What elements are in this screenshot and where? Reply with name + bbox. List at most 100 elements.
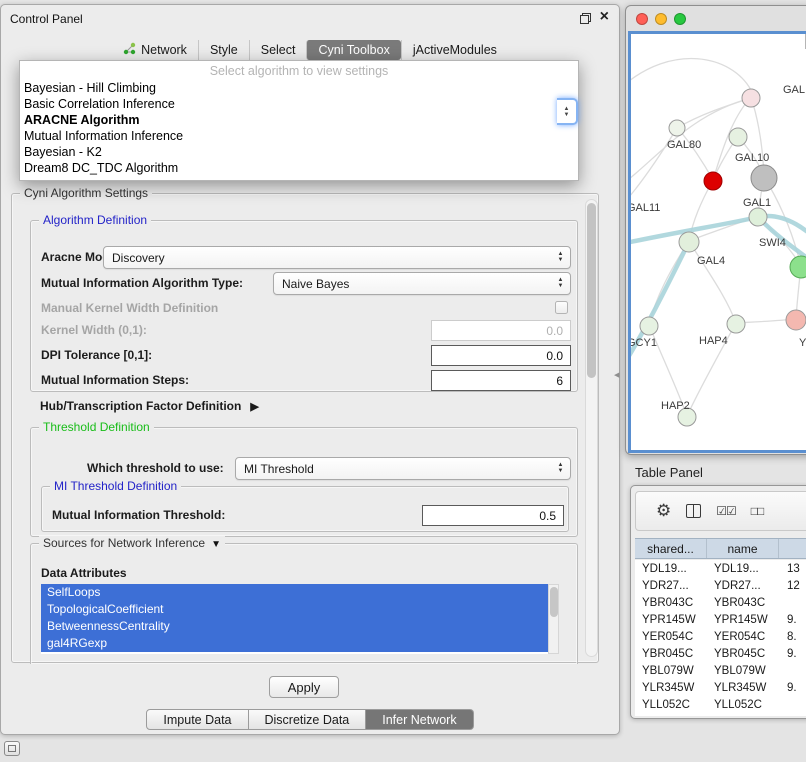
- table-row[interactable]: YER054CYER054C8.: [635, 628, 806, 645]
- control-panel-window: Control Panel × Network Style Select Cyn…: [0, 4, 620, 735]
- scrollbar-thumb[interactable]: [550, 587, 558, 617]
- screen: Control Panel × Network Style Select Cyn…: [0, 0, 806, 762]
- group-title: Cyni Algorithm Settings: [20, 186, 152, 200]
- close-traffic-light[interactable]: [636, 13, 648, 25]
- mi-threshold-input[interactable]: [422, 505, 564, 526]
- network-node[interactable]: [727, 315, 745, 333]
- network-node[interactable]: [669, 120, 685, 136]
- aracne-mode-select[interactable]: Discovery ▲▼: [103, 246, 571, 269]
- table-toolbar: ⚙ ☑☑ □□: [635, 491, 806, 531]
- mi-type-select[interactable]: Naive Bayes ▲▼: [273, 272, 571, 295]
- network-node[interactable]: [786, 310, 806, 330]
- zoom-traffic-light[interactable]: [674, 13, 686, 25]
- float-window-icon[interactable]: [580, 13, 591, 24]
- close-icon[interactable]: ×: [600, 8, 609, 26]
- group-title-row: Sources for Network Inference▼: [39, 536, 225, 550]
- node-label: SWI4: [759, 237, 786, 249]
- mi-type-label: Mutual Information Algorithm Type:: [41, 272, 243, 295]
- tab-network[interactable]: Network: [112, 39, 198, 61]
- menu-item[interactable]: Basic Correlation Inference: [20, 96, 578, 112]
- menu-item[interactable]: Bayesian - Hill Climbing: [20, 80, 578, 96]
- select-all-checkboxes-icon[interactable]: ☑☑: [716, 504, 736, 518]
- deselect-all-checkboxes-icon[interactable]: □□: [751, 504, 764, 518]
- combo-arrows-icon: ▲▼: [554, 247, 567, 268]
- network-node[interactable]: [790, 256, 806, 278]
- tab-style[interactable]: Style: [198, 40, 249, 60]
- network-canvas[interactable]: GAL80 GAL10 GAL11 GAL1 SWI4 GAL4 GCY1 HA…: [628, 31, 806, 453]
- tab-discretize-data[interactable]: Discretize Data: [249, 709, 367, 730]
- node-labels: GAL80 GAL10 GAL11 GAL1 SWI4 GAL4 GCY1 HA…: [631, 84, 806, 412]
- table-row[interactable]: YLR345WYLR345W9.: [635, 679, 806, 696]
- menu-item[interactable]: Dream8 DC_TDC Algorithm: [20, 160, 578, 176]
- network-node[interactable]: [749, 208, 767, 226]
- group-title: Algorithm Definition: [39, 213, 151, 227]
- menu-item-selected[interactable]: ARACNE Algorithm: [20, 112, 578, 128]
- column-header-extra[interactable]: [779, 539, 806, 558]
- menu-placeholder: Select algorithm to view settings: [20, 63, 578, 80]
- dpi-tolerance-label: DPI Tolerance [0,1]:: [41, 344, 152, 367]
- list-scrollbar[interactable]: [548, 584, 559, 654]
- tab-cyni-toolbox[interactable]: Cyni Toolbox: [306, 40, 400, 60]
- network-node[interactable]: [640, 317, 658, 335]
- dpi-tolerance-input[interactable]: [431, 345, 571, 366]
- table-row[interactable]: YBR045CYBR045C9.: [635, 645, 806, 662]
- network-node[interactable]: [742, 89, 760, 107]
- column-selector-icon[interactable]: [686, 504, 701, 518]
- list-item[interactable]: SelfLoops: [41, 584, 548, 601]
- kernel-width-input[interactable]: [431, 320, 571, 341]
- node-label: Y: [799, 337, 806, 349]
- list-item[interactable]: gal4RGexp: [41, 635, 548, 652]
- tab-jactivemodules[interactable]: jActiveModules: [401, 40, 508, 60]
- list-item[interactable]: BetweennessCentrality: [41, 618, 548, 635]
- table-row[interactable]: YDL19...YDL19...13: [635, 560, 806, 577]
- network-node-selected-red[interactable]: [704, 172, 722, 190]
- gear-icon[interactable]: ⚙: [656, 501, 671, 521]
- table-row[interactable]: YLL052CYLL052C: [635, 696, 806, 713]
- which-threshold-select[interactable]: MI Threshold ▲▼: [235, 457, 571, 480]
- threshold-definition-group: Threshold Definition Which threshold to …: [30, 427, 578, 537]
- which-threshold-label: Which threshold to use:: [87, 457, 224, 480]
- node-label: GAL80: [667, 139, 701, 151]
- collapse-arrow-icon[interactable]: ▼: [211, 539, 221, 550]
- manual-kernel-checkbox[interactable]: [555, 301, 568, 314]
- network-node[interactable]: [679, 232, 699, 252]
- list-item[interactable]: TopologicalCoefficient: [41, 601, 548, 618]
- node-label: HAP2: [661, 400, 690, 412]
- table-row[interactable]: YBL079WYBL079W: [635, 662, 806, 679]
- panel-collapse-arrow-icon[interactable]: ◂: [614, 368, 620, 381]
- column-header-name[interactable]: name: [707, 539, 779, 558]
- group-title: MI Threshold Definition: [50, 479, 181, 493]
- network-tab-icon: [123, 42, 136, 58]
- network-view-window: GAL80 GAL10 GAL11 GAL1 SWI4 GAL4 GCY1 HA…: [625, 5, 806, 455]
- apply-button[interactable]: Apply: [269, 676, 339, 698]
- hub-definition-label: Hub/Transcription Factor Definition: [40, 399, 241, 413]
- scrollbar-thumb[interactable]: [587, 203, 596, 378]
- network-node-hub[interactable]: [751, 165, 777, 191]
- algorithm-combobox-button[interactable]: ▲ ▼: [557, 98, 578, 125]
- menu-item[interactable]: Mutual Information Inference: [20, 128, 578, 144]
- tab-infer-network[interactable]: Infer Network: [366, 709, 473, 730]
- menu-item[interactable]: Bayesian - K2: [20, 144, 578, 160]
- node-label: GAL11: [631, 202, 660, 214]
- table-body: YDL19...YDL19...13 YDR27...YDR27...12 YB…: [635, 560, 806, 716]
- settings-scrollbar[interactable]: [585, 199, 598, 657]
- combo-value: MI Threshold: [244, 462, 314, 476]
- cyni-mode-tabs: Impute Data Discretize Data Infer Networ…: [1, 709, 619, 730]
- control-panel-tabs: Network Style Select Cyni Toolbox jActiv…: [1, 39, 619, 61]
- node-label: GAL1: [743, 197, 771, 209]
- table-row[interactable]: YBR043CYBR043C: [635, 594, 806, 611]
- tab-impute-data[interactable]: Impute Data: [146, 709, 248, 730]
- table-row[interactable]: YPR145WYPR145W9.: [635, 611, 806, 628]
- tab-select[interactable]: Select: [249, 40, 307, 60]
- minimize-traffic-light[interactable]: [655, 13, 667, 25]
- mi-steps-input[interactable]: [431, 370, 571, 391]
- table-row[interactable]: YDR27...YDR27...12: [635, 577, 806, 594]
- kernel-width-label: Kernel Width (0,1):: [41, 319, 147, 342]
- network-node[interactable]: [729, 128, 747, 146]
- combo-value: Discovery: [112, 251, 165, 265]
- hub-definition-toggle[interactable]: Hub/Transcription Factor Definition ▶: [40, 399, 259, 413]
- collapsed-panel-icon[interactable]: [4, 741, 20, 756]
- node-label: GAL4: [697, 255, 725, 267]
- column-header-shared-name[interactable]: shared...: [635, 539, 707, 558]
- manual-kernel-label: Manual Kernel Width Definition: [41, 297, 218, 320]
